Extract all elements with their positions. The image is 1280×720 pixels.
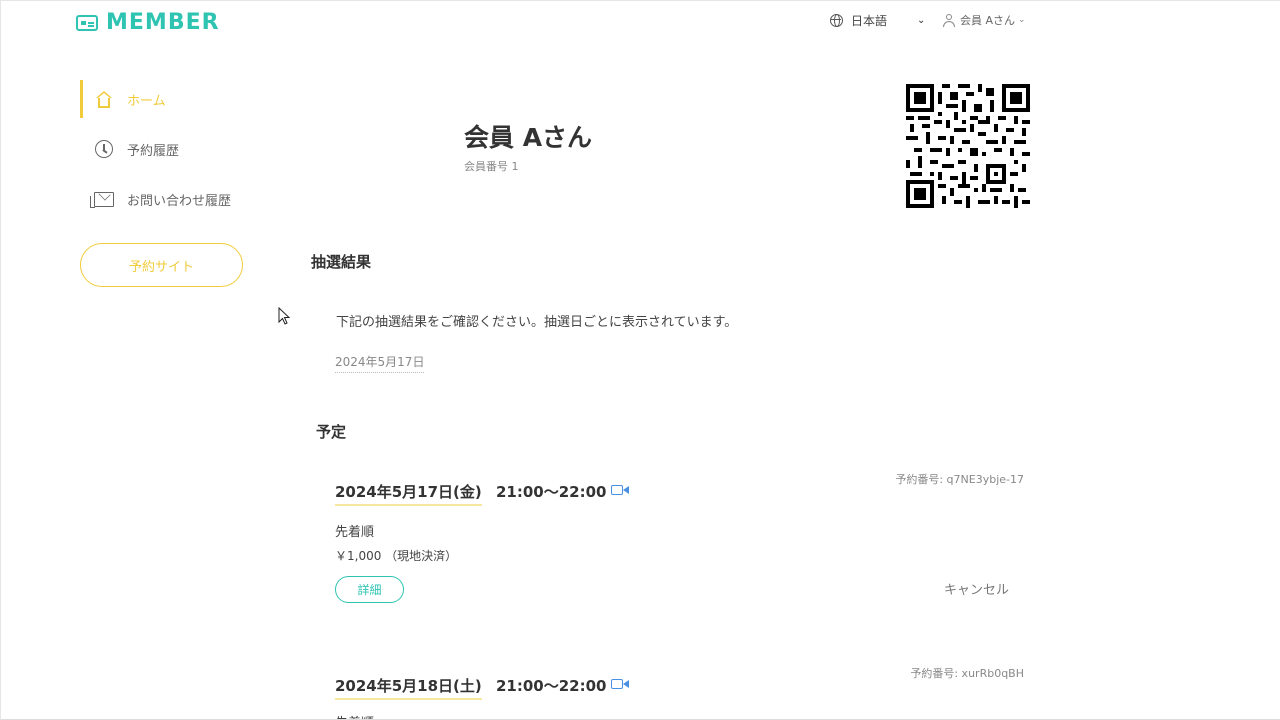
sidebar-item-inquiry-history[interactable]: お問い合わせ履歴 xyxy=(90,189,232,209)
sidebar-item-label: お問い合わせ履歴 xyxy=(127,193,232,209)
user-icon xyxy=(943,13,955,27)
logo-text: MEMBER xyxy=(106,10,220,35)
sidebar-item-label: 予約履歴 xyxy=(127,143,180,159)
video-camera-icon xyxy=(611,678,629,690)
globe-icon xyxy=(830,14,843,27)
member-number: 会員番号 1 xyxy=(464,160,519,173)
user-name: 会員 Aさん xyxy=(960,14,1016,27)
home-icon xyxy=(94,89,114,109)
user-menu[interactable]: 会員 Aさん ⌄ xyxy=(943,12,1026,28)
member-logo[interactable]: MEMBER xyxy=(76,10,220,35)
reservation-number: 予約番号: q7NE3ybje-17 xyxy=(895,473,1024,486)
reservation-date: 2024年5月17日(金) xyxy=(335,481,482,506)
window-frame xyxy=(0,0,1280,720)
member-name: 会員 Aさん xyxy=(464,123,593,152)
reservation-number: 予約番号: xurRb0qBH xyxy=(910,667,1024,680)
reservation-time: 21:00〜22:00 xyxy=(496,677,607,695)
lottery-description: 下記の抽選結果をご確認ください。抽選日ごとに表示されています。 xyxy=(336,315,738,330)
reservation-type: 先着順 xyxy=(335,525,375,540)
reservation-price: ￥1,000 （現地決済） xyxy=(335,549,458,563)
reservation-type: 先着順 xyxy=(335,712,375,720)
sidebar-item-home[interactable]: ホーム xyxy=(94,89,166,109)
active-nav-indicator xyxy=(80,80,83,118)
detail-button[interactable]: 詳細 xyxy=(335,576,404,603)
mail-icon xyxy=(90,189,114,209)
member-card-icon xyxy=(76,14,98,31)
reserve-site-button[interactable]: 予約サイト xyxy=(80,243,243,287)
sidebar-item-reservation-history[interactable]: 予約履歴 xyxy=(94,139,179,159)
chevron-down-icon: ⌄ xyxy=(1018,15,1026,25)
qr-code xyxy=(906,84,1030,208)
schedule-section-title: 予定 xyxy=(316,423,347,441)
cancel-link[interactable]: キャンセル xyxy=(944,579,1009,598)
sidebar-item-label: ホーム xyxy=(127,93,166,109)
reservation-time: 21:00〜22:00 xyxy=(496,483,607,501)
language-label: 日本語 xyxy=(851,14,888,28)
language-selector[interactable]: 日本語 ⌄ xyxy=(830,12,925,29)
clock-icon xyxy=(94,139,114,159)
chevron-down-icon: ⌄ xyxy=(917,15,926,26)
reservation-date: 2024年5月18日(土) xyxy=(335,675,482,700)
lottery-date-link[interactable]: 2024年5月17日 xyxy=(335,353,425,373)
lottery-section-title: 抽選結果 xyxy=(311,253,372,271)
video-camera-icon xyxy=(611,484,629,496)
